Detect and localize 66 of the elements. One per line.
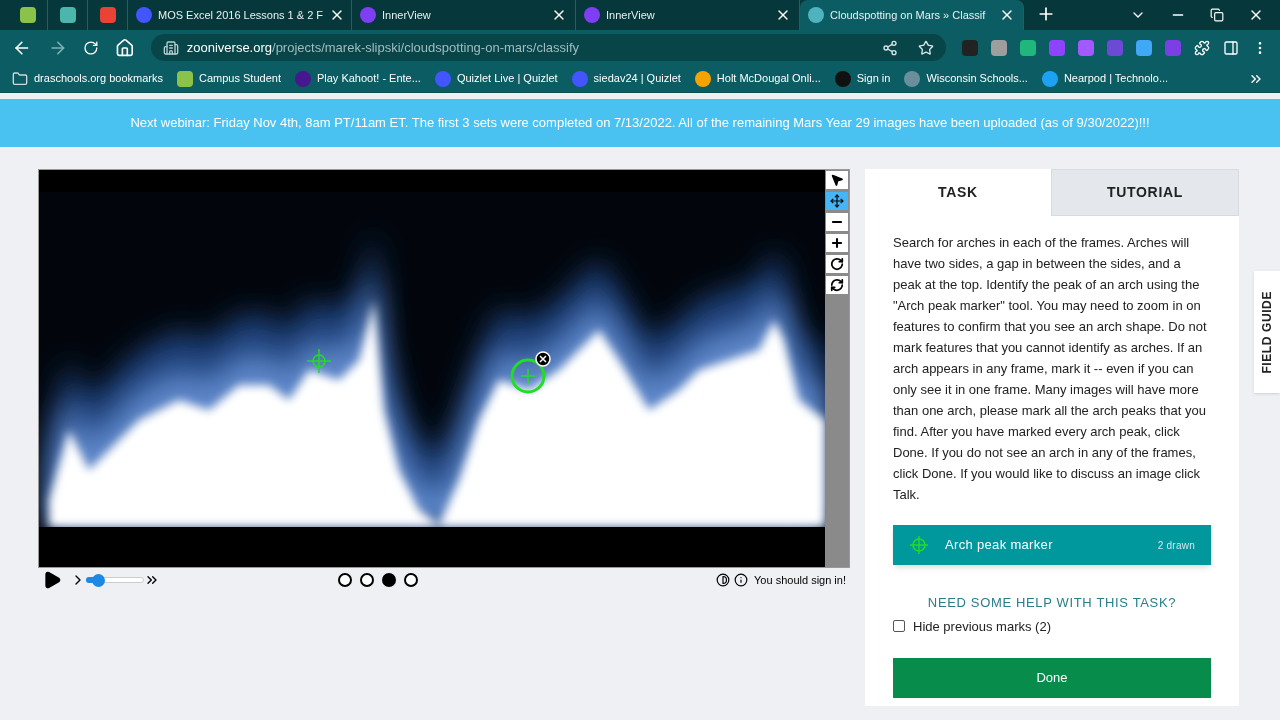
- address-bar[interactable]: zooniverse.org/projects/marek-slipski/cloudspotting-on-mars/classify: [150, 34, 946, 61]
- share-icon[interactable]: [882, 39, 898, 56]
- contrast-icon[interactable]: [716, 573, 731, 587]
- field-guide-tab[interactable]: FIELD GUIDE: [1254, 271, 1280, 393]
- tab-title: Cloudspotting on Mars » Classif: [830, 7, 987, 23]
- bookmark-title: Nearpod | Technolo...: [1063, 71, 1169, 87]
- bookmark-star-icon[interactable]: [918, 39, 934, 56]
- viewer-tool-button[interactable]: [826, 276, 848, 294]
- arch-peak-marker-tool[interactable]: Arch peak marker 2 drawn: [893, 525, 1211, 565]
- viewer-tool-button[interactable]: [826, 192, 848, 210]
- bookmark-link[interactable]: Play Kahoot! - Ente...: [294, 70, 421, 87]
- bookmark-link[interactable]: Sign in: [834, 70, 891, 87]
- tab-title: MOS Excel 2016 Lessons 1 & 2 F: [158, 7, 324, 23]
- task-instructions: Search for arches in each of the frames. Arches will have two sides, a gap in between the sides, and a peak at the top. Identify the peak of an arch using the "Arch peak marker" tool. You may need to zoom in on features to confirm that you see an arch shape. Do not mark features that you cannot identify as arches. If an arch appears in any frame, mark it -- even if you can only see it in one frame. Many images will have more than one arch, please mark all the arch peaks that you find. After you have marked every arch peak, click Done. If you do not see an arch in any of the frames, click Done. If you would like to discuss an image click Talk.: [893, 234, 1208, 504]
- bookmark-title: Play Kahoot! - Ente...: [316, 71, 421, 87]
- rotate-icon: [830, 257, 844, 271]
- viewer-tool-button[interactable]: [826, 255, 848, 273]
- crosshair-icon: [909, 535, 929, 555]
- speed-slider[interactable]: [86, 573, 144, 587]
- reset-icon: [830, 278, 844, 292]
- bookmark-link[interactable]: draschools.org bookmarks: [12, 70, 163, 87]
- crosshair-mark[interactable]: [510, 358, 546, 394]
- url-text: zooniverse.org/projects/marek-slipski/cloudspotting-on-mars/classify: [186, 38, 581, 57]
- checkbox-label: Hide previous marks (2): [913, 617, 1051, 636]
- extension-icon[interactable]: [1136, 39, 1152, 56]
- bookmark-title: Campus Student: [199, 71, 281, 87]
- bookmark-link[interactable]: Quizlet Live | Quizlet: [434, 70, 558, 87]
- browser-tab[interactable]: Cloudspotting on Mars » Classif: [800, 0, 1024, 30]
- help-link[interactable]: NEED SOME HELP WITH THIS TASK?: [927, 593, 1177, 613]
- play-icon[interactable]: [42, 570, 62, 590]
- bookmark-link[interactable]: siedav24 | Quizlet: [571, 70, 681, 87]
- bookmark-title: Quizlet Live | Quizlet: [456, 71, 558, 87]
- announcement-banner: Next webinar: Friday Nov 4th, 8am PT/11am ET. The first 3 sets were completed on 7/13/2022. All of the remaining Mars Year 29 images have been uploaded (as of 9/30/2022)!!!: [0, 99, 1280, 147]
- checkbox[interactable]: [893, 620, 905, 633]
- bookmark-title: draschools.org bookmarks: [34, 71, 163, 87]
- pointer-icon: [830, 173, 844, 187]
- bookmark-title: Wisconsin Schools...: [926, 71, 1028, 87]
- bookmark-link[interactable]: Campus Student: [177, 70, 281, 87]
- viewer-tool-button[interactable]: [826, 213, 848, 231]
- tab-title: InnerView: [382, 7, 432, 23]
- bookmark-link[interactable]: Holt McDougal Onli...: [694, 70, 821, 87]
- bookmark-title: Holt McDougal Onli...: [716, 71, 821, 87]
- info-icon[interactable]: [734, 573, 749, 587]
- panel-tab[interactable]: TUTORIAL: [1051, 169, 1239, 216]
- extension-icon[interactable]: [1020, 39, 1036, 56]
- bookmark-title: siedav24 | Quizlet: [593, 71, 681, 87]
- restore-icon[interactable]: [1210, 8, 1224, 22]
- sign-in-notice: You should sign in!: [754, 572, 846, 588]
- side-panel-icon[interactable]: [1223, 39, 1239, 56]
- tab-title: InnerView: [606, 7, 656, 23]
- done-button[interactable]: Done: [893, 658, 1211, 698]
- viewer-tool-button[interactable]: [826, 234, 848, 252]
- bookmark-link[interactable]: Nearpod | Technolo...: [1041, 70, 1169, 87]
- panel-tab[interactable]: TASK: [865, 169, 1051, 216]
- move-icon: [830, 194, 844, 208]
- site-info-icon[interactable]: [162, 39, 179, 56]
- bookmark-link[interactable]: Wisconsin Schools...: [904, 70, 1028, 87]
- extensions-icon[interactable]: [1194, 39, 1210, 56]
- hide-marks-checkbox[interactable]: Hide previous marks (2): [893, 616, 1211, 636]
- reload-icon[interactable]: [83, 39, 100, 56]
- zoom-in-icon: [830, 236, 844, 250]
- delete-mark-icon[interactable]: [535, 351, 551, 367]
- home-icon[interactable]: [115, 37, 135, 58]
- viewer-tool-button[interactable]: [826, 171, 848, 189]
- bookmark-title: Sign in: [856, 71, 891, 87]
- extension-icon[interactable]: [991, 39, 1007, 56]
